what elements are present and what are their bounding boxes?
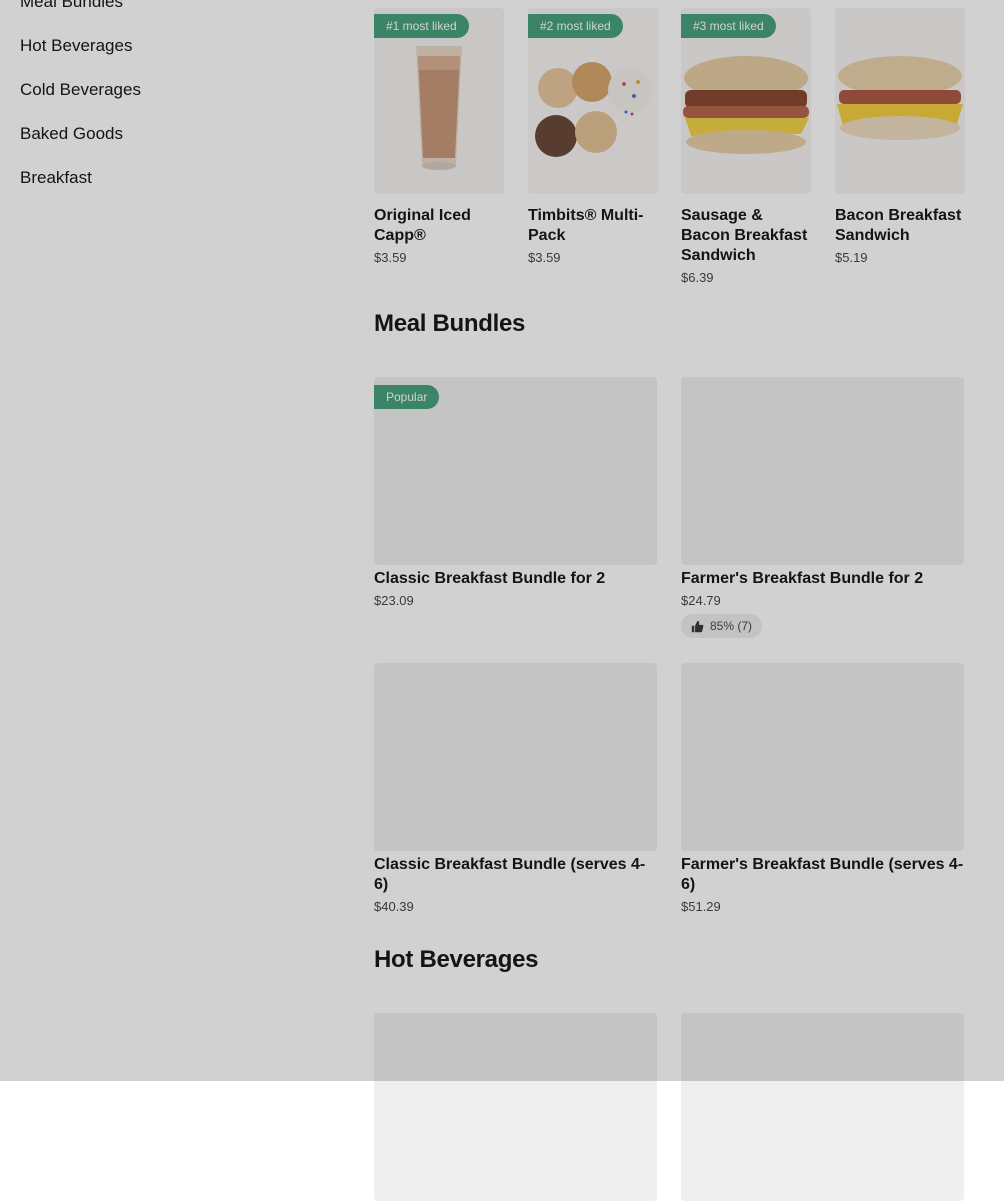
item-card-farmers-breakfast-bundle-4-6[interactable]: Farmer's Breakfast Bundle (serves 4-6) $… <box>681 663 964 914</box>
section-title-meal-bundles: Meal Bundles <box>374 310 526 337</box>
item-title: Farmer's Breakfast Bundle for 2 <box>681 570 924 587</box>
item-card-hot-beverage-2[interactable] <box>681 1013 964 1201</box>
rank-badge: #3 most liked <box>681 14 776 38</box>
item-price: $3.59 <box>528 250 561 265</box>
sidebar-item-breakfast[interactable]: Breakfast <box>0 156 340 200</box>
item-title: Classic Breakfast Bundle (serves 4-6) <box>374 856 646 893</box>
item-image-placeholder <box>681 377 964 565</box>
item-card-timbits-multi-pack[interactable]: #2 most liked Timbits® Multi-Pack $3.59 <box>528 8 658 265</box>
sidebar-item-cold-beverages[interactable]: Cold Beverages <box>0 68 340 112</box>
sidebar-item-hot-beverages[interactable]: Hot Beverages <box>0 24 340 68</box>
rank-badge: #1 most liked <box>374 14 469 38</box>
popular-badge: Popular <box>374 385 440 409</box>
item-price: $23.09 <box>374 593 414 608</box>
rating-text: 85% (7) <box>710 619 753 633</box>
item-image: #2 most liked <box>528 8 658 194</box>
item-image: #1 most liked <box>374 8 504 194</box>
category-sidebar: Meal Bundles Hot Beverages Cold Beverage… <box>0 0 340 200</box>
item-image: #3 most liked <box>681 8 811 194</box>
thumbs-up-icon <box>691 620 704 633</box>
section-title-hot-beverages: Hot Beverages <box>374 946 539 973</box>
item-title: Classic Breakfast Bundle for 2 <box>374 570 606 587</box>
item-price: $5.19 <box>835 250 868 265</box>
item-card-original-iced-capp[interactable]: #1 most liked Original Iced Capp® $3.59 <box>374 8 504 265</box>
item-title: Bacon Breakfast Sandwich <box>835 207 962 244</box>
item-title: Timbits® Multi-Pack <box>528 207 644 244</box>
item-price: $24.79 <box>681 593 721 608</box>
item-image-placeholder <box>681 1013 964 1201</box>
item-card-hot-beverage-1[interactable] <box>374 1013 657 1201</box>
item-title: Original Iced Capp® <box>374 207 471 244</box>
item-card-bacon-breakfast-sandwich[interactable]: Bacon Breakfast Sandwich $5.19 <box>835 8 965 265</box>
sidebar-item-baked-goods[interactable]: Baked Goods <box>0 112 340 156</box>
item-price: $40.39 <box>374 899 414 914</box>
item-card-classic-breakfast-bundle-2[interactable]: Popular Classic Breakfast Bundle for 2 $… <box>374 377 657 608</box>
rank-badge: #2 most liked <box>528 14 623 38</box>
item-title: Farmer's Breakfast Bundle (serves 4-6) <box>681 856 964 893</box>
item-price: $51.29 <box>681 899 721 914</box>
item-card-farmers-breakfast-bundle-2[interactable]: Farmer's Breakfast Bundle for 2 $24.79 8… <box>681 377 964 638</box>
item-image-placeholder: Popular <box>374 377 657 565</box>
popular-items-row: #1 most liked Original Iced Capp® $3.59 … <box>374 8 965 288</box>
item-card-sausage-bacon-breakfast-sandwich[interactable]: #3 most liked Sausage & Bacon Breakfast … <box>681 8 811 285</box>
item-price: $3.59 <box>374 250 407 265</box>
sidebar-item-meal-bundles[interactable]: Meal Bundles <box>0 0 340 24</box>
item-title: Sausage & Bacon Breakfast Sandwich <box>681 207 808 264</box>
item-image-placeholder <box>681 663 964 851</box>
item-price: $6.39 <box>681 270 714 285</box>
item-image-placeholder <box>374 1013 657 1201</box>
rating-badge: 85% (7) <box>681 614 763 638</box>
item-card-classic-breakfast-bundle-4-6[interactable]: Classic Breakfast Bundle (serves 4-6) $4… <box>374 663 657 914</box>
item-image-placeholder <box>374 663 657 851</box>
item-image <box>835 8 965 194</box>
